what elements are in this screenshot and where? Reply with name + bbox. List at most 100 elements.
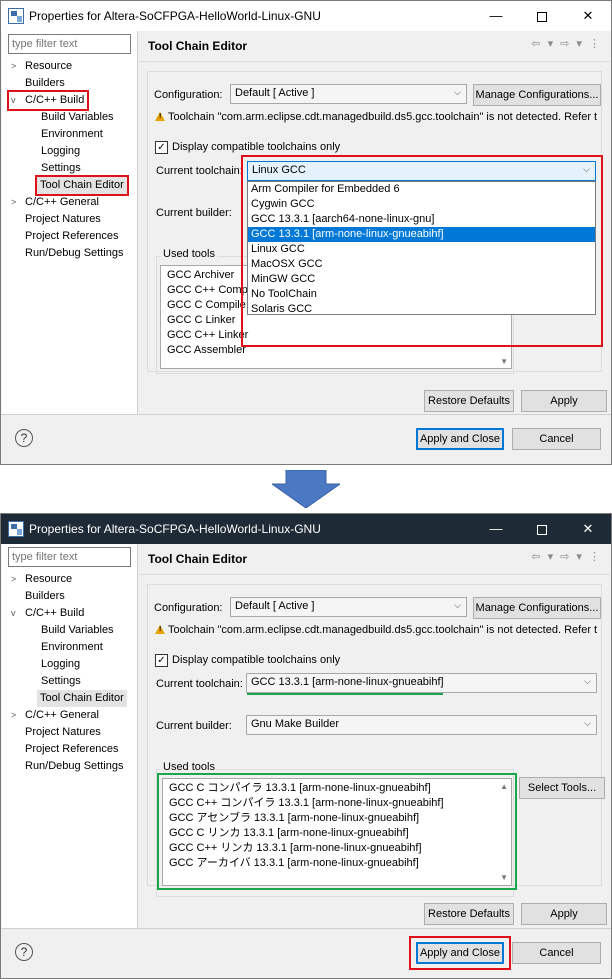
maximize-button[interactable] <box>519 514 565 544</box>
tree-item-cpp-general[interactable]: > C/C++ General <box>11 707 99 724</box>
tree-item-logging[interactable]: Logging <box>41 656 80 673</box>
tree-item-cpp-build[interactable]: v C/C++ Build <box>11 605 84 622</box>
minimize-button[interactable]: — <box>473 514 519 544</box>
expand-icon[interactable]: > <box>11 707 25 724</box>
used-tools-label: Used tools <box>161 761 217 773</box>
dropdown-option[interactable]: Arm Compiler for Embedded 6 <box>248 182 595 197</box>
list-item[interactable]: GCC アセンブラ 13.3.1 [arm-none-linux-gnueabi… <box>163 811 511 826</box>
preference-tree: >Resource Builders vC/C++ Build Build Va… <box>2 544 138 928</box>
dropdown-option[interactable]: GCC 13.3.1 [aarch64-none-linux-gnu] <box>248 212 595 227</box>
tree-item-project-natures[interactable]: Project Natures <box>25 724 101 741</box>
warning-message: Toolchain "com.arm.eclipse.cdt.managedbu… <box>168 111 598 123</box>
minimize-button[interactable]: — <box>473 1 519 31</box>
warning-message: Toolchain "com.arm.eclipse.cdt.managedbu… <box>168 624 598 636</box>
tree-item-project-references[interactable]: Project References <box>25 228 119 245</box>
apply-and-close-button[interactable]: Apply and Close <box>416 428 504 450</box>
scroll-up-icon[interactable]: ▲ <box>500 782 508 791</box>
filter-input[interactable] <box>8 34 131 54</box>
tree-item-logging[interactable]: Logging <box>41 143 80 160</box>
list-item[interactable]: GCC Assembler <box>161 343 511 358</box>
tree-item-build-variables[interactable]: Build Variables <box>41 622 114 639</box>
current-toolchain-label: Current toolchain: <box>156 165 243 177</box>
manage-configurations-button[interactable]: Manage Configurations... <box>473 84 601 106</box>
current-toolchain-combo[interactable]: GCC 13.3.1 [arm-none-linux-gnueabihf] ⌵ <box>246 673 597 693</box>
tree-item-tool-chain-editor[interactable]: Tool Chain Editor <box>37 690 127 707</box>
apply-and-close-button[interactable]: Apply and Close <box>416 942 504 964</box>
chevron-down-icon: ⌵ <box>584 718 591 728</box>
dropdown-option[interactable]: MinGW GCC <box>248 272 595 287</box>
tree-item-resource[interactable]: > Resource <box>11 58 72 75</box>
page-title: Tool Chain Editor <box>148 39 248 53</box>
manage-configurations-button[interactable]: Manage Configurations... <box>473 597 601 619</box>
collapse-icon[interactable]: v <box>11 605 25 622</box>
cancel-button[interactable]: Cancel <box>512 942 601 964</box>
dialog-button-bar: ? Apply and Close Cancel <box>1 928 611 978</box>
select-tools-button[interactable]: Select Tools... <box>519 777 605 799</box>
divider <box>139 574 610 575</box>
tree-item-builders[interactable]: Builders <box>25 75 65 92</box>
dropdown-option[interactable]: Solaris GCC <box>248 302 595 317</box>
restore-defaults-button[interactable]: Restore Defaults <box>424 390 514 412</box>
expand-icon[interactable]: > <box>11 58 25 75</box>
chevron-down-icon: ⌵ <box>584 676 591 686</box>
nav-arrows-icon[interactable]: ⇦ ▾ ⇨ ▾ ⋮ <box>531 550 602 563</box>
dropdown-option[interactable]: MacOSX GCC <box>248 257 595 272</box>
tree-item-cpp-build[interactable]: v C/C++ Build <box>6 90 90 111</box>
used-tools-label: Used tools <box>161 248 217 260</box>
tool-chain-editor-page: Tool Chain Editor ⇦ ▾ ⇨ ▾ ⋮ Configuratio… <box>139 31 610 414</box>
tree-item-cpp-general[interactable]: > C/C++ General <box>11 194 99 211</box>
dropdown-option-selected[interactable]: GCC 13.3.1 [arm-none-linux-gnueabihf] <box>248 227 595 242</box>
dialog-button-bar: ? Apply and Close Cancel <box>1 414 611 464</box>
filter-input[interactable] <box>8 547 131 567</box>
expand-icon[interactable]: > <box>11 571 25 588</box>
dropdown-option[interactable]: Cygwin GCC <box>248 197 595 212</box>
configuration-label: Configuration: <box>154 89 223 101</box>
tree-item-run-debug-settings[interactable]: Run/Debug Settings <box>25 758 123 775</box>
scroll-down-icon[interactable]: ▼ <box>500 357 508 366</box>
tool-chain-editor-page: Tool Chain Editor ⇦ ▾ ⇨ ▾ ⋮ Configuratio… <box>139 544 610 928</box>
expand-icon[interactable]: > <box>11 194 25 211</box>
current-builder-combo[interactable]: Gnu Make Builder ⌵ <box>246 715 597 735</box>
help-icon[interactable]: ? <box>15 943 33 961</box>
list-item[interactable]: GCC C リンカ 13.3.1 [arm-none-linux-gnueabi… <box>163 826 511 841</box>
restore-defaults-button[interactable]: Restore Defaults <box>424 903 514 925</box>
apply-button[interactable]: Apply <box>521 390 607 412</box>
tree-item-run-debug-settings[interactable]: Run/Debug Settings <box>25 245 123 262</box>
used-tools-list[interactable]: GCC C コンパイラ 13.3.1 [arm-none-linux-gnuea… <box>162 778 512 886</box>
down-arrow-icon <box>272 470 340 508</box>
tree-item-build-variables[interactable]: Build Variables <box>41 109 114 126</box>
dropdown-option[interactable]: No ToolChain <box>248 287 595 302</box>
apply-button[interactable]: Apply <box>521 903 607 925</box>
list-item[interactable]: GCC アーカイバ 13.3.1 [arm-none-linux-gnueabi… <box>163 856 511 871</box>
collapse-icon[interactable]: v <box>11 92 25 109</box>
tree-item-project-references[interactable]: Project References <box>25 741 119 758</box>
help-icon[interactable]: ? <box>15 429 33 447</box>
configuration-combo[interactable]: Default [ Active ] ⌵ <box>230 597 467 617</box>
compatible-checkbox[interactable]: ✓ <box>155 141 168 154</box>
tree-item-settings[interactable]: Settings <box>41 673 81 690</box>
close-button[interactable]: ✕ <box>565 1 611 31</box>
maximize-button[interactable] <box>519 1 565 31</box>
tree-item-environment[interactable]: Environment <box>41 639 103 656</box>
bottom-titlebar: Properties for Altera-SoCFPGA-HelloWorld… <box>1 514 611 544</box>
tree-item-project-natures[interactable]: Project Natures <box>25 211 101 228</box>
nav-arrows-icon[interactable]: ⇦ ▾ ⇨ ▾ ⋮ <box>531 37 602 50</box>
dropdown-option[interactable]: Linux GCC <box>248 242 595 257</box>
tree-item-environment[interactable]: Environment <box>41 126 103 143</box>
toolchain-dropdown-list[interactable]: Arm Compiler for Embedded 6 Cygwin GCC G… <box>247 181 596 315</box>
configuration-combo[interactable]: Default [ Active ] ⌵ <box>230 84 467 104</box>
close-button[interactable]: ✕ <box>565 514 611 544</box>
cancel-button[interactable]: Cancel <box>512 428 601 450</box>
tree-item-builders[interactable]: Builders <box>25 588 65 605</box>
tree-item-settings[interactable]: Settings <box>41 160 81 177</box>
list-item[interactable]: GCC C コンパイラ 13.3.1 [arm-none-linux-gnuea… <box>163 781 511 796</box>
current-toolchain-label: Current toolchain: <box>156 678 243 690</box>
tree-item-resource[interactable]: > Resource <box>11 571 72 588</box>
scroll-down-icon[interactable]: ▼ <box>500 873 508 882</box>
list-item[interactable]: GCC C++ リンカ 13.3.1 [arm-none-linux-gnuea… <box>163 841 511 856</box>
list-item[interactable]: GCC C++ コンパイラ 13.3.1 [arm-none-linux-gnu… <box>163 796 511 811</box>
tree-item-tool-chain-editor[interactable]: Tool Chain Editor <box>35 175 129 196</box>
window-title: Properties for Altera-SoCFPGA-HelloWorld… <box>29 522 321 536</box>
compatible-checkbox[interactable]: ✓ <box>155 654 168 667</box>
warning-icon <box>155 112 165 121</box>
